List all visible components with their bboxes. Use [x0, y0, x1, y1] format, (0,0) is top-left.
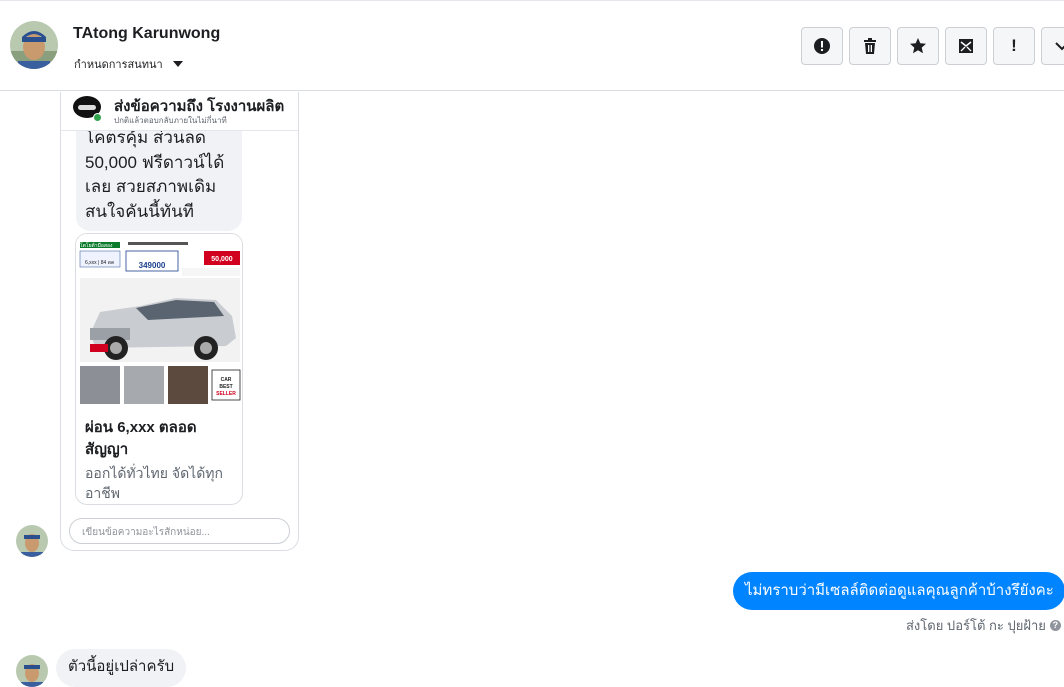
help-icon[interactable]: ? [1049, 620, 1061, 631]
ad-price-text: 349000 [139, 261, 166, 270]
ad-attachment[interactable]: 349000 6,xxx | 84 ดด โตโยต้ามือสอง 50,00… [75, 233, 243, 505]
alert-circle-icon [814, 38, 830, 54]
message-thread[interactable]: ส่งข้อความถึง โรงงานผลิต ปกติแล้วตอบกลับ… [0, 92, 1064, 687]
car-ad-image[interactable]: 349000 6,xxx | 84 ดด โตโยต้ามือสอง 50,00… [76, 234, 242, 410]
ad-message-line: โคตรคุ้ม ส่วนลด [85, 131, 206, 147]
contact-avatar-small[interactable] [16, 655, 48, 687]
ad-top-label: โตโยต้ามือสอง [80, 242, 113, 249]
mark-unread-button[interactable] [945, 27, 987, 65]
ad-title[interactable]: ผ่อน 6,xxx ตลอดสัญญา [85, 417, 235, 461]
exclamation-icon: ! [1011, 36, 1017, 55]
more-button[interactable] [1041, 27, 1064, 65]
conversation-settings-label: กำหนดการสนทนา [74, 59, 163, 71]
ad-message-line: เลย สวยสภาพเดิม [85, 177, 217, 196]
sent-by-note: ส่งโดย ปอร์โต้ กะ ปุยฝ้าย ? [906, 615, 1061, 636]
svg-text:SELLER: SELLER [216, 391, 236, 397]
ad-preview-card: ส่งข้อความถึง โรงงานผลิต ปกติแล้วตอบกลับ… [60, 92, 299, 551]
message-composer-input[interactable]: เขียนข้อความอะไรสักหน่อย... [69, 518, 290, 544]
envelope-icon [959, 39, 973, 53]
ad-description: ออกได้ทั่วไทย จัดได้ทุกอาชีพ [85, 465, 224, 501]
online-status-dot [93, 113, 102, 122]
ad-card-header: ส่งข้อความถึง โรงงานผลิต ปกติแล้วตอบกลับ… [61, 92, 298, 131]
chevron-down-icon [1055, 42, 1064, 51]
sent-by-text: ส่งโดย ปอร์โต้ กะ ปุยฝ้าย [906, 618, 1046, 633]
svg-text:CAR: CAR [221, 377, 232, 383]
reply-time-note: ปกติแล้วตอบกลับภายในไม่กี่นาที [114, 116, 227, 125]
caret-down-icon [172, 61, 183, 67]
ad-message-bubble: โคตรคุ้ม ส่วนลด 50,000 ฟรีดาวน์ได้ เลย ส… [76, 131, 242, 231]
outgoing-message-bubble[interactable]: ไม่ทราบว่ามีเซลล์ติดต่อดูแลคุณลูกค้าบ้าง… [733, 572, 1064, 610]
delete-button[interactable] [849, 27, 891, 65]
ad-installment-text: 6,xxx | 84 ดด [85, 260, 114, 266]
ad-message-line: 50,000 ฟรีดาวน์ได้ [85, 152, 225, 172]
conversation-header: TAtong Karunwong กำหนดการสนทนา ! [0, 0, 1064, 91]
ad-discount-text: 50,000 [211, 256, 233, 263]
star-icon [910, 38, 926, 54]
conversation-settings-dropdown[interactable]: กำหนดการสนทนา [74, 55, 183, 73]
contact-name[interactable]: TAtong Karunwong [73, 25, 220, 43]
contact-avatar[interactable] [10, 21, 58, 69]
report-button[interactable] [801, 27, 843, 65]
important-button[interactable]: ! [993, 27, 1035, 65]
trash-icon [864, 38, 876, 54]
contact-avatar-small[interactable] [16, 525, 48, 557]
svg-text:BEST: BEST [219, 384, 232, 390]
ad-message-line: สนใจคันนี้ทันที [85, 201, 194, 221]
star-button[interactable] [897, 27, 939, 65]
incoming-message-bubble[interactable]: ตัวนี้อยู่เปล่าครับ [56, 649, 187, 687]
